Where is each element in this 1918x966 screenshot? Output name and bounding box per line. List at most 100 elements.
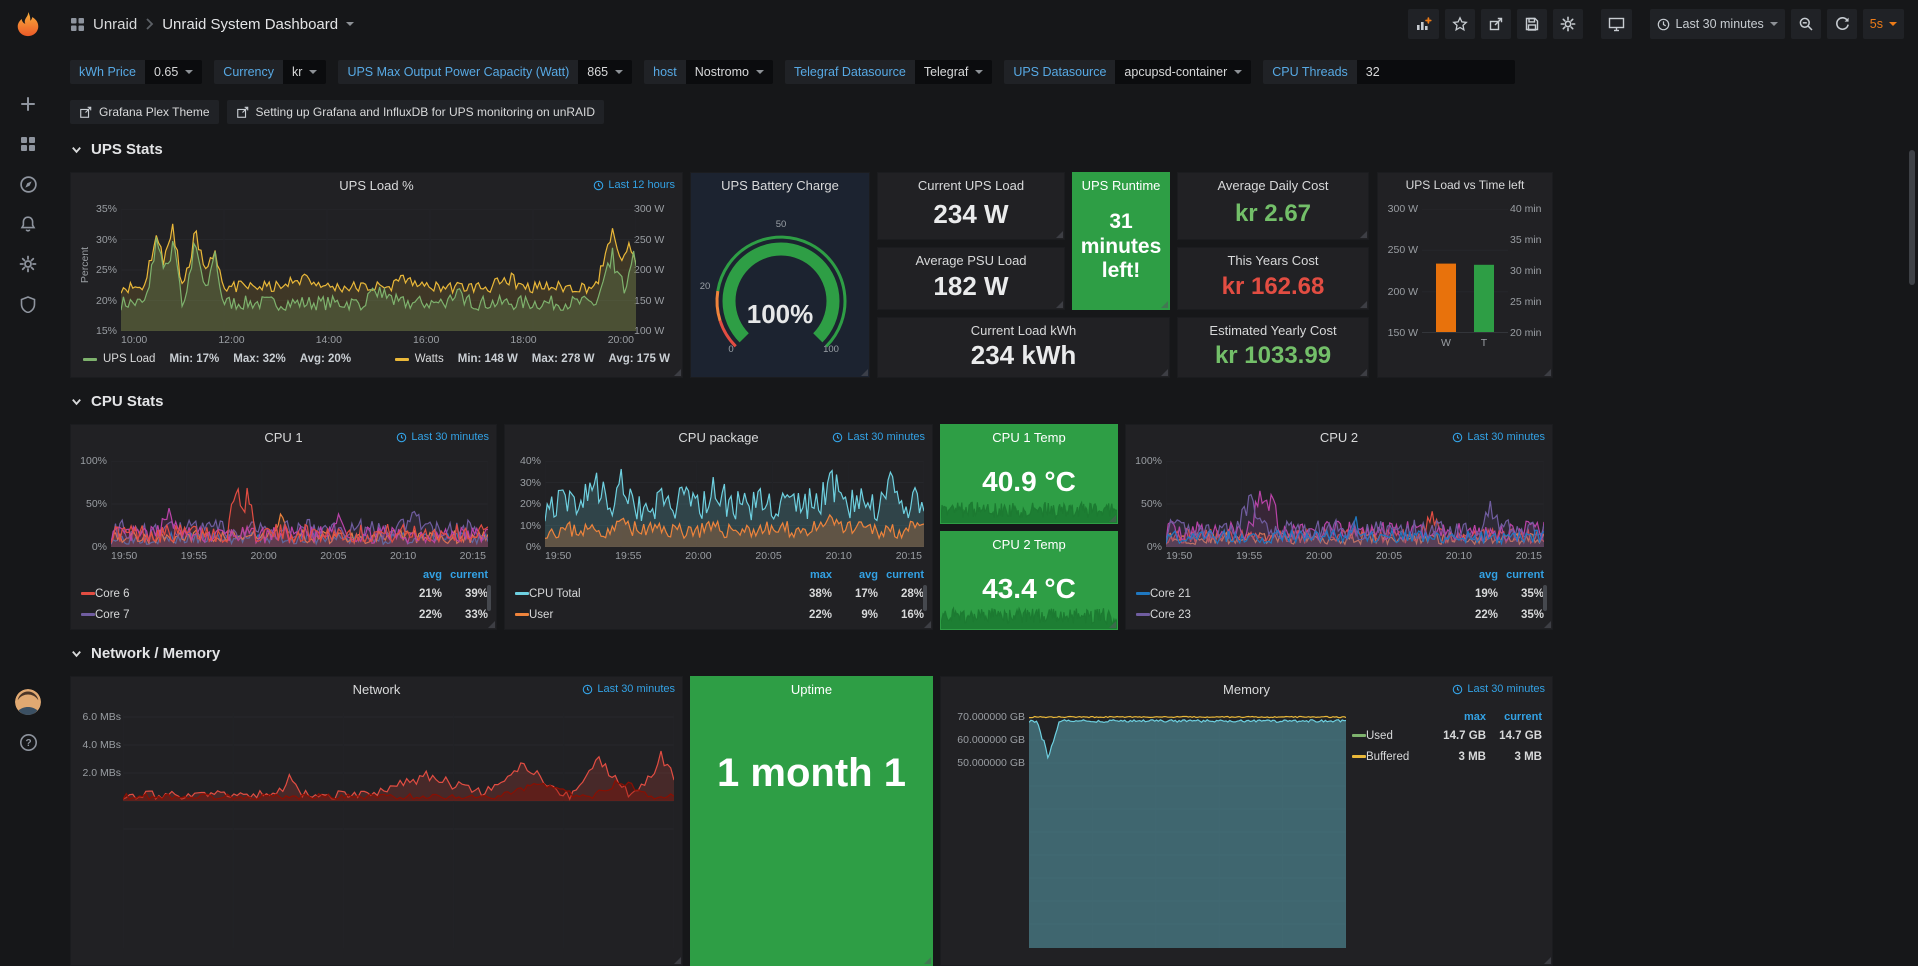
ups-bars-chart[interactable] — [1422, 209, 1508, 333]
dashboard-settings-button[interactable] — [1553, 9, 1583, 39]
variable-value-dropdown[interactable]: 865 — [578, 60, 632, 84]
panel-cpu-package: CPU package Last 30 minutes 40%30%20%10%… — [504, 424, 933, 630]
legend-scrollbar[interactable] — [487, 585, 491, 611]
panel-title[interactable]: Uptime — [691, 677, 932, 697]
memory-chart[interactable] — [1029, 713, 1346, 948]
series-name[interactable]: CPU Total — [529, 588, 581, 600]
legend-row: Core 21 19%35% — [1136, 583, 1544, 604]
panel-title[interactable]: CPU 1 Temp — [941, 425, 1117, 445]
panel-title[interactable]: This Years Cost — [1178, 248, 1368, 268]
x-axis-ticks: 10:0012:0014:0016:0018:0020:00 — [121, 334, 634, 346]
legend-header[interactable]: current — [1498, 569, 1544, 581]
explore-icon[interactable] — [0, 164, 56, 204]
sidebar-bottom: ? — [0, 682, 56, 947]
cpu-package-chart[interactable] — [545, 461, 924, 547]
variable-value: apcupsd-container — [1124, 65, 1227, 79]
variable-label: CPU Threads — [1263, 60, 1357, 84]
panel-title[interactable]: UPS Load % — [71, 173, 682, 193]
series-name[interactable]: Core 7 — [95, 609, 130, 621]
breadcrumb-dashboard-title[interactable]: Unraid System Dashboard — [162, 16, 338, 33]
variable-value-dropdown[interactable]: kr — [283, 60, 326, 84]
cpu2-chart[interactable] — [1166, 461, 1544, 547]
legend-header[interactable]: max — [1430, 711, 1486, 723]
section-network-memory[interactable]: Network / Memory — [70, 645, 220, 662]
panel-timerange-badge: Last 30 minutes — [1452, 683, 1545, 695]
series-name[interactable]: User — [529, 609, 553, 621]
y-axis-ticks-left: 35%30%25%20%15% — [85, 203, 117, 337]
configuration-gear-icon[interactable] — [0, 244, 56, 284]
section-cpu-stats[interactable]: CPU Stats — [70, 393, 164, 410]
variable-value: 32 — [1366, 65, 1380, 79]
series-name[interactable]: UPS Load — [103, 353, 155, 365]
panel-cpu1: CPU 1 Last 30 minutes 100%50%0% 19:5019:… — [70, 424, 497, 630]
cpu1-chart[interactable] — [111, 461, 488, 547]
alerting-bell-icon[interactable] — [0, 204, 56, 244]
help-icon[interactable]: ? — [0, 722, 56, 762]
series-name[interactable]: Buffered — [1366, 751, 1409, 763]
breadcrumb: Unraid Unraid System Dashboard — [70, 16, 354, 33]
variable-value-dropdown[interactable]: 0.65 — [145, 60, 202, 84]
variable-value: Nostromo — [695, 65, 749, 79]
variable-value-dropdown[interactable]: Nostromo — [686, 60, 773, 84]
legend-header[interactable]: avg — [396, 569, 442, 581]
legend-header[interactable]: current — [878, 569, 924, 581]
gauge-value: 100% — [691, 299, 869, 330]
legend-header[interactable]: avg — [1452, 569, 1498, 581]
variable-value-dropdown[interactable]: Telegraf — [915, 60, 992, 84]
series-name[interactable]: Core 23 — [1150, 609, 1191, 621]
refresh-button[interactable] — [1827, 9, 1857, 39]
zoom-out-button[interactable] — [1791, 9, 1821, 39]
legend-header[interactable]: avg — [832, 569, 878, 581]
time-range-label: Last 30 minutes — [1676, 17, 1764, 31]
dashboard-caret-icon[interactable] — [346, 22, 354, 26]
panel-title[interactable]: Average PSU Load — [878, 248, 1064, 268]
panel-title[interactable]: Current UPS Load — [878, 173, 1064, 193]
panel-title[interactable]: CPU 2 Temp — [941, 532, 1117, 552]
save-button[interactable] — [1517, 9, 1547, 39]
variable-label: Telegraf Datasource — [785, 60, 915, 84]
add-panel-button[interactable] — [1408, 9, 1439, 39]
breadcrumb-app[interactable]: Unraid — [93, 16, 137, 33]
legend-scrollbar[interactable] — [1543, 585, 1547, 611]
cycle-view-monitor-button[interactable] — [1601, 9, 1632, 39]
series-name[interactable]: Core 21 — [1150, 588, 1191, 600]
panel-average-daily-cost: Average Daily Cost kr 2.67 — [1177, 172, 1369, 240]
chart-legend: UPS Load Min: 17%Max: 32%Avg: 20% Watts … — [83, 353, 670, 365]
panel-title[interactable]: UPS Load vs Time left — [1378, 173, 1552, 192]
link-ups-monitoring-guide[interactable]: Setting up Grafana and InfluxDB for UPS … — [227, 100, 605, 124]
panel-title[interactable]: Estimated Yearly Cost — [1178, 318, 1368, 338]
sparkline — [941, 603, 1117, 629]
avatar[interactable] — [0, 682, 56, 722]
variable-value-dropdown[interactable]: apcupsd-container — [1115, 60, 1251, 84]
cpu-threads-input[interactable]: 32 — [1357, 60, 1515, 84]
link-grafana-plex-theme[interactable]: Grafana Plex Theme — [70, 100, 219, 124]
refresh-interval-dropdown[interactable]: 5s — [1863, 9, 1904, 39]
panel-title[interactable]: Average Daily Cost — [1178, 173, 1368, 193]
create-icon[interactable] — [0, 84, 56, 124]
panel-title[interactable]: Current Load kWh — [878, 318, 1169, 338]
legend-scrollbar[interactable] — [923, 585, 927, 611]
dashboards-icon[interactable] — [0, 124, 56, 164]
panel-title[interactable]: UPS Runtime — [1073, 173, 1169, 193]
legend-header[interactable]: current — [442, 569, 488, 581]
share-button[interactable] — [1481, 9, 1511, 39]
variable-ups-datasource: UPS Datasource apcupsd-container — [1004, 60, 1251, 84]
series-name[interactable]: Core 6 — [95, 588, 130, 600]
legend-table: maxcurrent Used 14.7 GB14.7 GB Buffered … — [1352, 709, 1542, 767]
star-button[interactable] — [1445, 9, 1475, 39]
page-scrollbar[interactable] — [1909, 150, 1915, 285]
legend-header[interactable]: current — [1486, 711, 1542, 723]
series-name[interactable]: Used — [1366, 730, 1393, 742]
series-name[interactable]: Watts — [415, 353, 444, 365]
section-ups-stats[interactable]: UPS Stats — [70, 141, 163, 158]
chevron-down-icon — [185, 70, 193, 74]
apps-grid-icon[interactable] — [70, 17, 85, 32]
clock-icon — [832, 432, 843, 443]
ups-load-chart[interactable] — [121, 209, 636, 331]
network-chart[interactable] — [123, 713, 674, 948]
server-admin-shield-icon[interactable] — [0, 284, 56, 324]
time-range-picker[interactable]: Last 30 minutes — [1650, 9, 1785, 39]
legend-header[interactable]: max — [786, 569, 832, 581]
grafana-logo[interactable] — [14, 0, 42, 48]
legend-row: Core 6 21%39% — [81, 583, 488, 604]
